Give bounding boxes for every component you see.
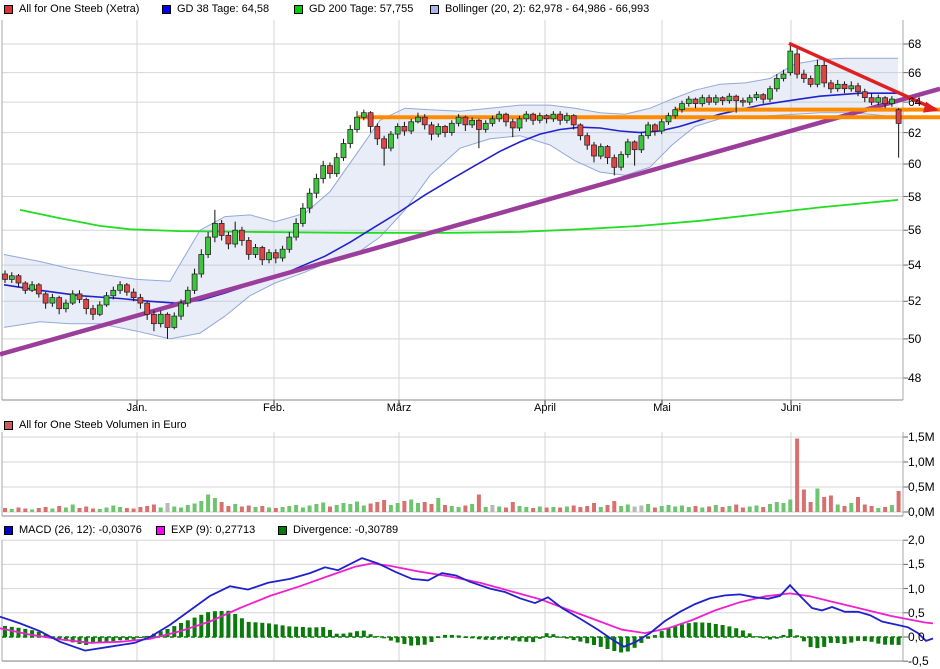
legend-label: All for One Steeb (Xetra) (19, 3, 140, 15)
legend-label: EXP (9): 0,27713 (171, 524, 256, 536)
legend-label: GD 38 Tage: 64,58 (177, 3, 270, 15)
volume-swatch (4, 420, 13, 430)
gd200-swatch (294, 4, 303, 14)
macd-tick-label: 1,5 (908, 557, 925, 571)
volume-tick-label: 1,0M (908, 455, 935, 469)
volume-tick-label: 1,5M (908, 430, 935, 444)
price-tick-label: 52 (908, 294, 922, 308)
x-axis-label: Feb. (262, 402, 286, 414)
macd-tick-label: 0,5 (908, 606, 925, 620)
macd-tick-label: 0,0 (908, 630, 925, 644)
divergence-swatch (278, 525, 287, 535)
bollinger-swatch (430, 4, 439, 14)
price-chart (0, 20, 940, 405)
legend-item-price: All for One Steeb (Xetra) (4, 3, 139, 15)
legend-label: Divergence: -0,30789 (293, 524, 399, 536)
volume-chart (1, 432, 908, 517)
x-axis-label: März (386, 402, 412, 414)
legend-item-macd: MACD (26, 12): -0,03076 (4, 524, 142, 536)
macd-tick-label: -0,5 (908, 654, 929, 668)
legend-item-gd38: GD 38 Tage: 64,58 (162, 3, 269, 15)
legend-item-gd200: GD 200 Tage: 57,755 (294, 3, 413, 15)
legend-item-divergence: Divergence: -0,30789 (278, 524, 398, 536)
gd38-swatch (162, 4, 171, 14)
legend-label: MACD (26, 12): -0,03076 (19, 524, 142, 536)
legend-item-bollinger: Bollinger (20, 2): 62,978 - 64,986 - 66,… (430, 3, 649, 15)
macd-swatch (4, 525, 13, 535)
macd-legend: MACD (26, 12): -0,03076 EXP (9): 0,27713… (0, 524, 940, 538)
macd-chart (0, 539, 934, 662)
x-axis-label: Mai (653, 402, 671, 414)
price-tick-label: 54 (908, 258, 922, 272)
exp-swatch (156, 525, 165, 535)
price-tick-label: 48 (908, 371, 922, 385)
legend-label: Bollinger (20, 2): 62,978 - 64,986 - 66,… (445, 3, 650, 15)
price-tick-label: 56 (908, 223, 922, 237)
macd-tick-label: 2,0 (908, 533, 925, 547)
price-tick-label: 60 (908, 157, 922, 171)
legend-label: GD 200 Tage: 57,755 (309, 3, 414, 15)
price-tick-label: 50 (908, 332, 922, 346)
volume-tick-label: 0,0M (908, 505, 935, 519)
price-tick-label: 68 (908, 37, 922, 51)
price-tick-label: 62 (908, 126, 922, 140)
stock-chart-page: { "legend_main": [ {"label":"All for One… (0, 0, 940, 669)
price-swatch (4, 4, 13, 14)
price-tick-label: 66 (908, 66, 922, 80)
x-axis-label: Jan. (126, 402, 148, 414)
legend-item-exp: EXP (9): 0,27713 (156, 524, 255, 536)
x-axis-label: Juni (780, 402, 802, 414)
price-tick-label: 64 (908, 95, 922, 109)
main-chart-legend: All for One Steeb (Xetra) GD 38 Tage: 64… (0, 3, 940, 17)
x-axis-label: April (533, 402, 557, 414)
macd-tick-label: 1,0 (908, 582, 925, 596)
price-tick-label: 58 (908, 190, 922, 204)
volume-tick-label: 0,5M (908, 480, 935, 494)
